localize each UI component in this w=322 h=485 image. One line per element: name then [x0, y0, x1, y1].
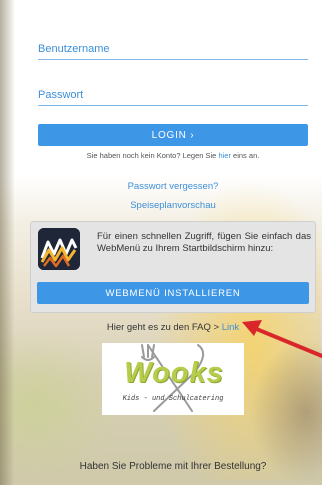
- faq-prefix: Hier geht es zu den FAQ >: [106, 322, 222, 333]
- logo-subtitle: Kids - und Schulcatering: [122, 395, 224, 403]
- register-prefix: Sie haben noch kein Konto? Legen Sie: [86, 151, 219, 160]
- logo-wordmark: Wooks: [124, 357, 224, 389]
- forgot-password-link[interactable]: Passwort vergessen?: [38, 181, 308, 192]
- order-problem-text: Haben Sie Probleme mit Ihrer Bestellung?: [79, 461, 267, 472]
- annotation-arrow-icon: [242, 320, 322, 358]
- faq-link[interactable]: Link: [222, 322, 239, 333]
- register-suffix: eins an.: [230, 151, 260, 160]
- install-instructions: Für einen schnellen Zugriff, fügen Sie e…: [97, 231, 311, 254]
- register-hint: Sie haben noch kein Konto? Legen Sie hie…: [38, 151, 308, 160]
- login-button[interactable]: LOGIN ›: [38, 124, 308, 146]
- login-button-label: LOGIN ›: [151, 129, 195, 141]
- install-webmenu-button[interactable]: WEBMENÜ INSTALLIEREN: [37, 282, 309, 304]
- register-link[interactable]: hier: [218, 151, 231, 160]
- background-edge: [0, 0, 14, 485]
- install-button-label: WEBMENÜ INSTALLIEREN: [105, 287, 241, 299]
- password-input[interactable]: [38, 84, 308, 106]
- webmenu-app-icon: [38, 228, 80, 270]
- menu-preview-link[interactable]: Speiseplanvorschau: [38, 200, 308, 211]
- username-input[interactable]: [38, 38, 308, 60]
- install-prompt: Für einen schnellen Zugriff, fügen Sie e…: [30, 221, 316, 313]
- caterer-logo: Wooks Kids - und Schulcatering: [102, 343, 244, 415]
